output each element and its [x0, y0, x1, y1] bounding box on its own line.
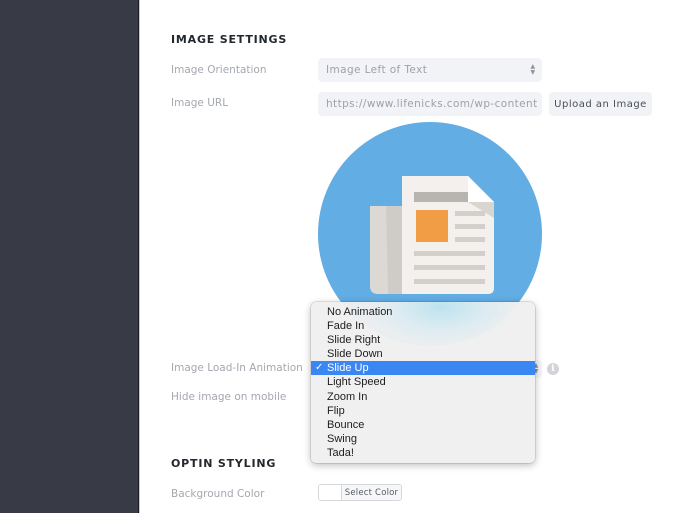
image-orientation-select[interactable]: Image Left of Text ▲ ▼ — [318, 58, 542, 82]
newspaper-line — [414, 279, 485, 284]
image-url-label: Image URL — [171, 97, 229, 109]
dropdown-option[interactable]: Fade In — [311, 319, 535, 333]
image-url-value: https://www.lifenicks.com/wp-content — [326, 98, 538, 110]
hide-on-mobile-label: Hide image on mobile — [171, 391, 287, 403]
dropdown-option[interactable]: Light Speed — [311, 375, 535, 389]
dropdown-option[interactable]: Tada! — [311, 446, 535, 460]
newspaper-line — [414, 251, 485, 256]
image-settings-heading: IMAGE SETTINGS — [171, 33, 288, 46]
dropdown-option-label: Slide Up — [327, 362, 369, 375]
color-swatch[interactable] — [319, 485, 342, 500]
dropdown-option[interactable]: Zoom In — [311, 390, 535, 404]
dropdown-option[interactable]: Slide Right — [311, 333, 535, 347]
image-url-input[interactable]: https://www.lifenicks.com/wp-content — [318, 92, 542, 116]
dropdown-option[interactable]: Swing — [311, 432, 535, 446]
select-arrows-icon: ▲ ▼ — [530, 63, 536, 76]
background-color-picker[interactable]: Select Color — [318, 484, 402, 501]
load-in-animation-label: Image Load-In Animation — [171, 362, 303, 374]
newspaper-corner — [468, 176, 494, 202]
upload-image-button[interactable]: Upload an Image — [549, 92, 652, 116]
optin-styling-heading: OPTIN STYLING — [171, 457, 277, 470]
image-orientation-label: Image Orientation — [171, 64, 267, 76]
dropdown-option[interactable]: Flip — [311, 404, 535, 418]
newspaper-line — [455, 211, 485, 216]
info-icon[interactable]: i — [547, 363, 559, 375]
newspaper-line — [414, 265, 485, 270]
newspaper-line — [455, 224, 485, 229]
background-color-label: Background Color — [171, 488, 265, 500]
newspaper-fold-shadow — [386, 206, 402, 294]
dropdown-option[interactable]: Slide Down — [311, 347, 535, 361]
checkmark-icon: ✓ — [315, 362, 324, 374]
dropdown-option-selected[interactable]: ✓ Slide Up — [311, 361, 535, 376]
sidebar-divider — [139, 0, 140, 513]
dropdown-option[interactable]: Bounce — [311, 418, 535, 432]
image-orientation-value: Image Left of Text — [326, 64, 428, 76]
newspaper-line — [455, 237, 485, 242]
animation-dropdown-menu[interactable]: No Animation Fade In Slide Right Slide D… — [311, 302, 535, 463]
dropdown-option[interactable]: No Animation — [311, 305, 535, 319]
newspaper-headline — [414, 192, 468, 202]
newspaper-photo — [416, 210, 448, 242]
select-color-button[interactable]: Select Color — [342, 485, 401, 500]
sidebar — [0, 0, 139, 513]
